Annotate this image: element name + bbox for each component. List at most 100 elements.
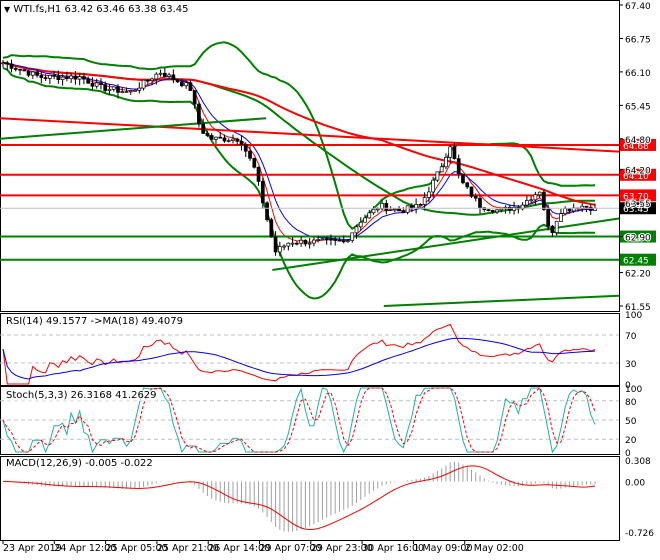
candle (107, 88, 112, 91)
candle (410, 205, 414, 209)
candle (358, 221, 363, 228)
candle (286, 242, 291, 247)
candle (495, 209, 499, 213)
trendline[interactable] (272, 217, 620, 271)
candle (145, 79, 150, 82)
collapse-triangle-icon[interactable]: ▼ (4, 5, 10, 14)
candle (252, 157, 257, 168)
candle (43, 77, 48, 79)
candle (231, 138, 235, 141)
candle (137, 87, 142, 91)
bollinger-upper (2, 41, 596, 230)
candle (239, 140, 244, 146)
candle (158, 72, 163, 75)
candle (103, 84, 108, 91)
candle (175, 79, 180, 83)
candle (456, 158, 461, 175)
candle (99, 82, 103, 85)
candle (392, 208, 397, 211)
candle (22, 69, 27, 72)
candle (431, 179, 436, 193)
candle (525, 200, 529, 206)
candle (512, 206, 516, 211)
candle (533, 194, 538, 201)
candle (333, 239, 338, 241)
candle (35, 71, 39, 76)
candle (273, 236, 278, 253)
candle (375, 208, 380, 211)
candle (542, 191, 546, 210)
candle (439, 166, 444, 173)
candle (188, 82, 193, 91)
candle (299, 239, 303, 244)
candle (124, 91, 129, 93)
price-tick-label: 66.75 (625, 35, 651, 45)
stoch-title: Stoch(5,3,3) 26.3168 41.2629 (6, 390, 157, 401)
time-tick-label: 23 Apr 2019 (3, 543, 62, 554)
macd-tick-label: 0.308 (625, 457, 651, 467)
candle (329, 238, 333, 241)
candle (90, 82, 95, 87)
candle (171, 74, 176, 81)
candle (290, 242, 295, 245)
macd-tick-label: 0.00 (625, 478, 645, 488)
candle (77, 76, 82, 80)
price-tick-label: 62.20 (625, 270, 651, 280)
candle (154, 73, 159, 80)
candle (180, 81, 184, 87)
candle (111, 86, 116, 90)
candle (341, 240, 346, 243)
candle (197, 103, 201, 125)
candle (150, 78, 154, 81)
candle (478, 197, 482, 209)
price-tick-label: 62.90 (625, 234, 651, 244)
candle (18, 68, 22, 71)
candle (69, 75, 73, 80)
price-tick-label: 66.10 (625, 69, 651, 79)
candle (269, 219, 274, 238)
candle (222, 137, 227, 142)
candle (401, 210, 406, 213)
candle (350, 232, 355, 241)
candle (214, 136, 218, 140)
candle (559, 213, 563, 222)
candle (405, 205, 410, 213)
price-chart[interactable]: 64.6864.1063.7062.9062.4563.4567.4066.75… (0, 0, 660, 560)
bollinger-lower (2, 67, 596, 300)
candle (324, 238, 329, 241)
stoch-tick-label: 80 (625, 398, 637, 408)
candle (133, 90, 137, 92)
candle (1, 62, 5, 65)
candle (39, 75, 44, 78)
candle (320, 238, 325, 241)
price-tick-label: 64.80 (625, 136, 651, 146)
candle (303, 239, 308, 245)
candle (248, 150, 252, 159)
trendline[interactable] (0, 117, 620, 153)
candle (226, 140, 231, 142)
candle (567, 208, 572, 212)
candle (162, 72, 167, 77)
price-tick-label: 65.45 (625, 102, 651, 112)
candle (184, 82, 188, 87)
candle (235, 138, 240, 142)
candle (367, 212, 372, 219)
candle (418, 204, 423, 206)
rsi-ma-line (2, 337, 596, 380)
trading-chart-window: 64.68 64.10 63.70 62.90 62.45 63.45 67.40 66.75… (0, 0, 660, 560)
candle (256, 166, 261, 182)
candle (120, 91, 125, 93)
rsi-title: RSI(14) 49.1577 ->MA(18) 49.4079 (6, 316, 183, 327)
candle (5, 62, 10, 65)
candle (452, 146, 457, 160)
rsi-tick-label: 100 (625, 311, 642, 321)
level-price-label: 62.45 (623, 257, 649, 267)
candle (397, 208, 401, 212)
candle (388, 208, 393, 211)
trendline[interactable] (383, 294, 620, 307)
stoch-tick-label: 50 (625, 417, 637, 427)
candle (414, 204, 418, 209)
candle (30, 71, 35, 76)
candle (128, 90, 133, 93)
price-tick-label: 63.55 (625, 200, 651, 210)
